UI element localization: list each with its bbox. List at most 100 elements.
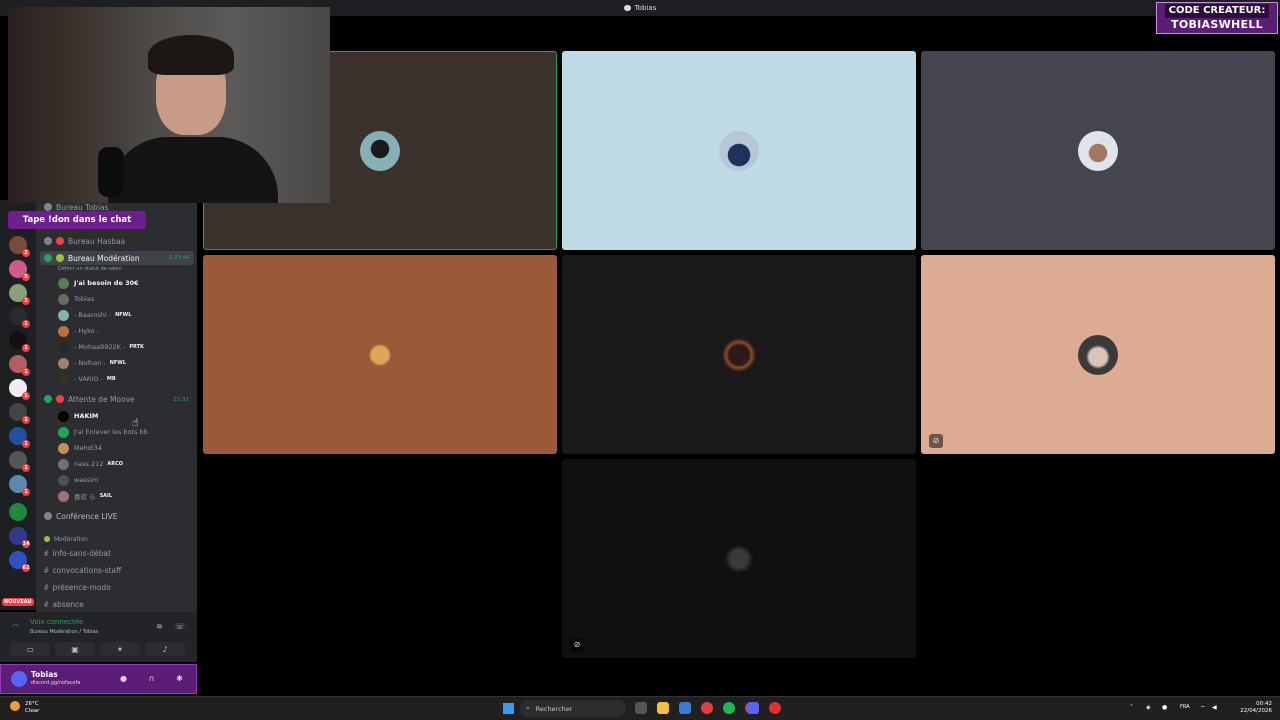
voice-user[interactable]: Mehdi34 — [58, 441, 102, 455]
avatar — [360, 130, 400, 171]
shield-icon — [56, 254, 64, 262]
shield-icon — [44, 536, 50, 542]
channel-attente-de-moove[interactable]: Attente de Moove — [44, 392, 135, 406]
server-icon[interactable]: 1 — [9, 355, 30, 376]
voice-user[interactable]: J'ai besoin de 30€ — [58, 276, 139, 290]
user-name: nass.212 — [74, 460, 104, 468]
avatar — [1078, 334, 1118, 375]
voice-user[interactable]: Tobias — [58, 292, 94, 306]
weather-icon[interactable] — [10, 701, 20, 711]
voice-user[interactable]: wassim — [58, 473, 98, 487]
server-icon[interactable] — [9, 503, 27, 521]
noise-suppression-icon[interactable]: ≋ — [156, 622, 163, 631]
voice-user[interactable]: - VARIO - MB — [58, 372, 116, 386]
server-icon[interactable]: 1 — [9, 403, 30, 424]
wifi-icon[interactable]: ⌔ — [1200, 704, 1206, 712]
chrome-icon[interactable] — [701, 702, 713, 714]
screen-share-icon: ▣ — [71, 644, 79, 654]
avatar[interactable] — [11, 671, 27, 687]
language-indicator[interactable]: FRA — [1180, 704, 1190, 710]
channel-bureau-moderation[interactable]: Bureau Modération 1:23:44 — [40, 251, 194, 265]
avatar — [719, 538, 759, 579]
voice-location[interactable]: Bureau Modération / Tobias — [30, 629, 98, 635]
disconnect-icon[interactable]: ☏ — [175, 622, 185, 631]
server-badge: 1 — [22, 416, 30, 424]
voice-status[interactable]: Voix connectée — [30, 618, 83, 626]
video-tile[interactable]: ⊘ — [921, 255, 1275, 454]
voice-user[interactable]: HAKIM — [58, 409, 98, 423]
server-icon[interactable]: 1 — [9, 284, 30, 305]
microphone — [98, 147, 124, 197]
server-icon[interactable]: 5 — [9, 260, 30, 281]
server-icon[interactable]: 1 — [9, 451, 30, 472]
server-icon[interactable]: 14 — [9, 527, 30, 548]
avatar — [58, 325, 69, 337]
video-tile[interactable] — [203, 255, 557, 454]
video-tile[interactable] — [921, 51, 1275, 250]
channel-bureau-hasbaa[interactable]: Bureau Hasbaa — [44, 234, 125, 248]
creator-code-line1: CODE CREATEUR: — [1164, 4, 1270, 18]
server-icon[interactable]: 62 — [9, 551, 30, 572]
taskbar-search[interactable]: ⌕ Rechercher — [520, 700, 626, 717]
weather-widget[interactable]: 26°C Clear — [25, 701, 39, 715]
avatar — [58, 426, 69, 438]
video-tile[interactable] — [562, 255, 916, 454]
weather-temp: 26°C — [25, 701, 39, 707]
server-icon[interactable]: 1 — [9, 475, 30, 496]
text-channel[interactable]: # absence — [44, 597, 84, 611]
voice-user[interactable]: - Hyko - — [58, 324, 99, 338]
channel-status[interactable]: Définir un statut de salon — [58, 266, 122, 272]
app-icon[interactable] — [769, 702, 781, 714]
clock[interactable]: 00:42 22/04/2026 — [1240, 701, 1272, 715]
discord-taskbar-icon[interactable] — [747, 702, 759, 714]
voice-user[interactable]: - Mohaa9922K - PRTK — [58, 340, 144, 354]
network-icon[interactable]: ◈ — [1146, 704, 1151, 711]
channel-label: Bureau Hasbaa — [68, 236, 126, 246]
spotify-icon[interactable] — [723, 702, 735, 714]
user-name: HAKIM — [74, 412, 99, 420]
gear-icon[interactable]: ✱ — [175, 674, 184, 683]
task-view-icon[interactable] — [635, 702, 647, 714]
headphones-icon[interactable]: ∩ — [147, 674, 156, 683]
server-icon[interactable]: 1 — [9, 307, 30, 328]
voice-user[interactable]: 喜欢 ら SAIL — [58, 489, 112, 503]
camera-icon: ▭ — [26, 644, 34, 654]
video-tile[interactable] — [562, 51, 916, 250]
soundboard-button[interactable]: ♪ — [145, 642, 185, 656]
volume-icon[interactable]: ◀ — [1212, 704, 1217, 711]
server-icon[interactable]: 1 — [9, 331, 30, 352]
voice-user[interactable]: - Baaroshi - NFWL — [58, 308, 131, 322]
user-name[interactable]: Tobias — [31, 670, 58, 679]
avatar — [1078, 130, 1118, 171]
channel-label: convocations-staff — [52, 565, 122, 575]
user-name: J'ai Enlever les bots bb — [74, 428, 148, 436]
server-icon[interactable]: 1 — [9, 379, 30, 400]
server-icon[interactable]: 2 — [9, 236, 30, 257]
chevron-up-icon[interactable]: ˄ — [1130, 704, 1133, 711]
screen-share-button[interactable]: ▣ — [55, 642, 95, 656]
file-explorer-icon[interactable] — [657, 702, 669, 714]
window-title: Tobias — [634, 4, 657, 12]
channel-label: absence — [52, 599, 84, 609]
avatar — [719, 334, 759, 375]
video-tile[interactable]: ⊘ — [562, 459, 916, 658]
avatar — [58, 474, 69, 486]
text-channel[interactable]: # convocations-staff — [44, 563, 121, 577]
user-name: - Hyko - — [74, 327, 100, 335]
channel-conference-live[interactable]: Conférence LIVE — [44, 509, 118, 523]
server-badge: 1 — [22, 440, 30, 448]
windows-start-icon[interactable] — [503, 703, 514, 714]
text-channel[interactable]: # présence-modo — [44, 580, 111, 594]
voice-user[interactable]: nass.212 ARCO — [58, 457, 123, 471]
activity-button[interactable]: ✦ — [100, 642, 140, 656]
microphone-icon[interactable]: ● — [119, 674, 128, 683]
server-icon[interactable]: 1 — [9, 427, 30, 448]
camera-button[interactable]: ▭ — [10, 642, 50, 656]
webcam-overlay — [8, 7, 330, 203]
app-icon[interactable] — [679, 702, 691, 714]
signal-icon: ◠ — [12, 622, 19, 631]
text-channel[interactable]: # info-sans-débat — [44, 546, 111, 560]
voice-user[interactable]: - Nolhan - NFWL — [58, 356, 126, 370]
microphone-tray-icon[interactable]: ● — [1162, 704, 1167, 711]
category-moderation[interactable]: Modération — [44, 532, 88, 546]
